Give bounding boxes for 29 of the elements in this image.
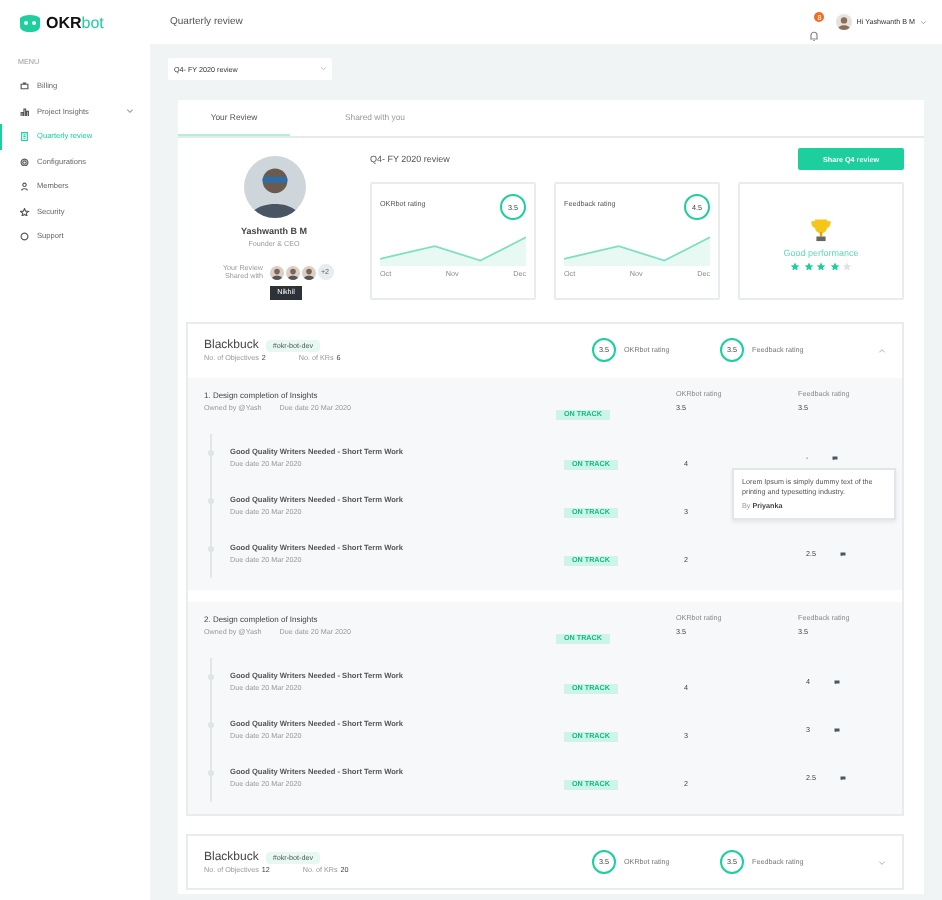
comment-icon[interactable] [840, 551, 846, 557]
comment-icon[interactable] [832, 455, 839, 461]
logo-text: OKRbot [46, 13, 104, 31]
nav-icon [20, 207, 29, 216]
trophy-icon [810, 217, 832, 244]
nav-icon [20, 82, 29, 91]
profile-avatar [243, 156, 305, 218]
nav-icon [20, 157, 29, 166]
shared-avatar[interactable] [301, 265, 315, 280]
star-icon [803, 261, 813, 271]
nav-icon [20, 132, 29, 141]
shared-avatar[interactable] [269, 265, 283, 280]
chevron-down-icon [126, 108, 134, 115]
star-icon [842, 261, 852, 271]
comment-icon[interactable] [834, 727, 840, 733]
nav-icon [20, 182, 29, 191]
caret-icon [319, 66, 326, 72]
star-icon [816, 261, 826, 271]
logo-icon [18, 13, 42, 31]
caret-icon [919, 19, 926, 25]
star-icon [829, 261, 839, 271]
comment-icon[interactable] [840, 775, 846, 781]
bell-icon [808, 30, 821, 42]
shared-avatar[interactable] [285, 265, 299, 280]
comment-icon[interactable] [834, 679, 840, 685]
nav-icon [20, 107, 29, 116]
user-avatar[interactable] [836, 14, 853, 30]
star-icon [790, 261, 800, 271]
nav-icon [20, 232, 29, 241]
